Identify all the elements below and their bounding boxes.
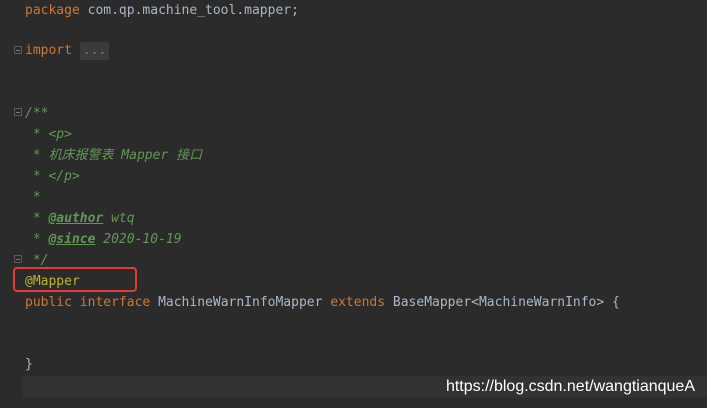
annotation-highlight-box <box>13 267 137 292</box>
import-fold-placeholder[interactable]: ... <box>79 42 110 60</box>
doc-since-prefix: * <box>25 232 49 247</box>
watermark-url: https://blog.csdn.net/wangtianqueA <box>445 378 695 395</box>
fold-icon-import[interactable] <box>14 46 22 54</box>
fold-icon-doc-comment[interactable] <box>14 108 22 116</box>
code-line-interface-declaration[interactable]: public interface MachineWarnInfoMapper e… <box>25 292 620 313</box>
code-line-doc-star[interactable]: * <box>25 187 41 208</box>
code-line-doc-author[interactable]: * @author wtq <box>25 208 135 229</box>
code-line-doc-p-open[interactable]: * <p> <box>25 124 72 145</box>
keyword-interface: interface <box>71 295 151 310</box>
doc-since-tag: @since <box>48 232 96 247</box>
keyword-extends: extends <box>330 295 386 310</box>
code-line-closing-brace[interactable]: } <box>25 354 33 375</box>
extends-type: BaseMapper<MachineWarnInfo> { <box>385 295 620 310</box>
doc-since-value: 2020-10-19 <box>95 232 182 247</box>
code-line-package[interactable]: package com.qp.machine_tool.mapper; <box>25 0 299 21</box>
editor-gutter <box>0 0 22 408</box>
keyword-package: package <box>25 3 80 18</box>
code-line-doc-open[interactable]: /** <box>25 103 48 124</box>
fold-icon-doc-end[interactable] <box>14 255 22 263</box>
interface-name: MachineWarnInfoMapper <box>150 295 331 310</box>
keyword-import: import <box>25 43 72 58</box>
code-line-doc-description[interactable]: * 机床报警表 Mapper 接口 <box>25 145 202 166</box>
doc-author-prefix: * <box>25 211 49 226</box>
package-name: com.qp.machine_tool.mapper; <box>79 3 299 18</box>
code-line-import[interactable]: import ... <box>25 40 110 61</box>
code-line-doc-since[interactable]: * @since 2020-10-19 <box>25 229 182 250</box>
doc-author-value: wtq <box>103 211 135 226</box>
doc-author-tag: @author <box>48 211 104 226</box>
keyword-public: public <box>25 295 72 310</box>
code-line-doc-p-close[interactable]: * </p> <box>25 166 80 187</box>
